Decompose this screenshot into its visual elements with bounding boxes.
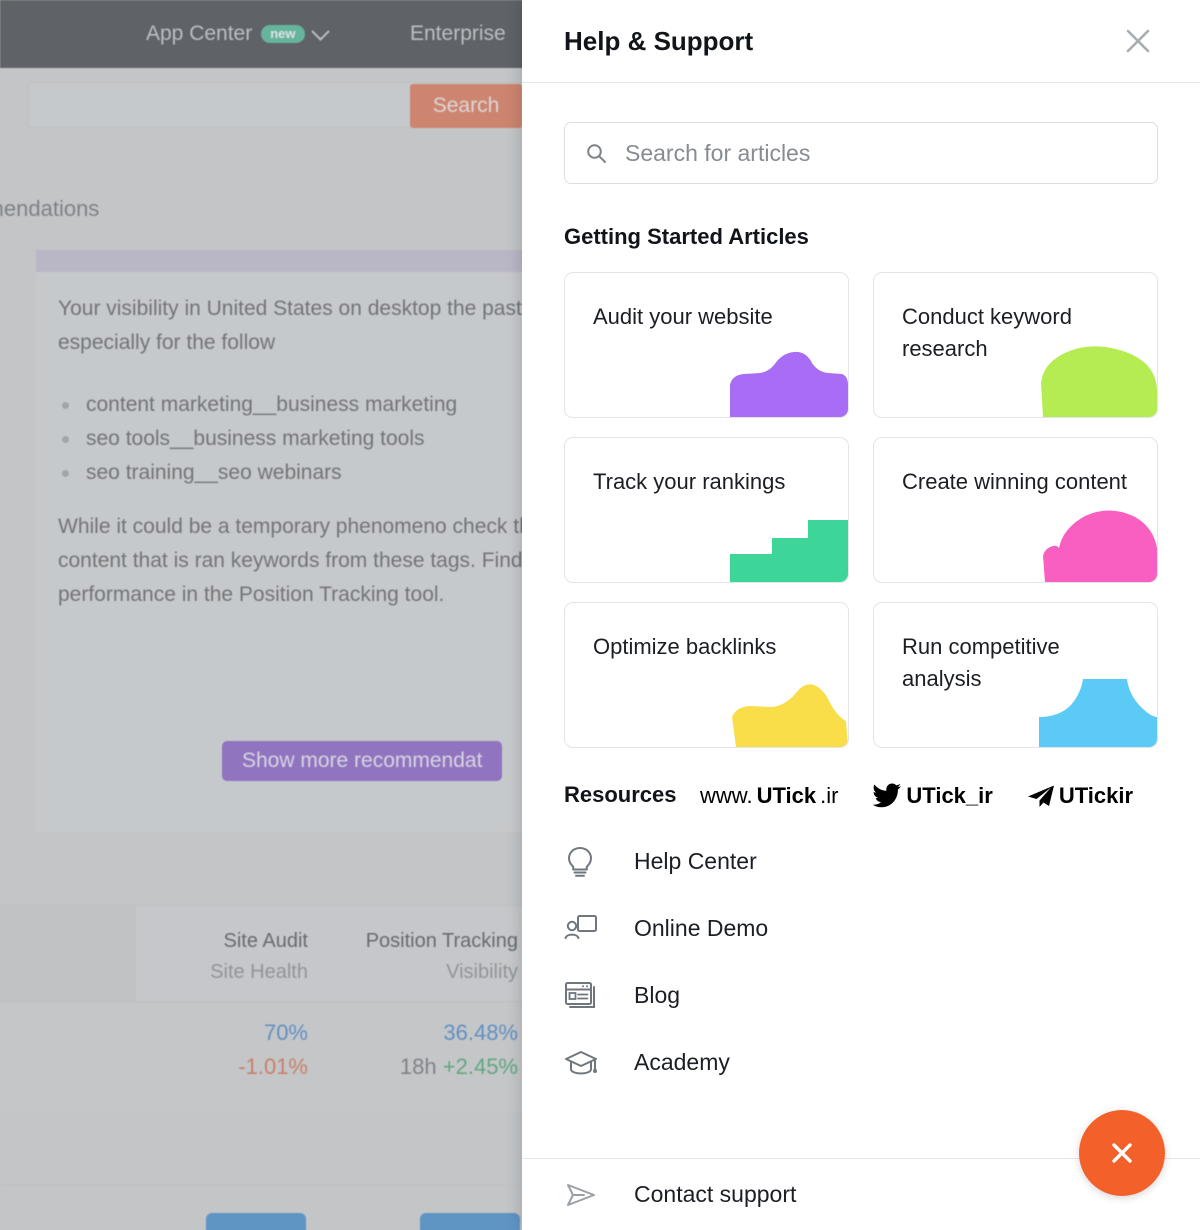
search-icon [587, 144, 606, 163]
resources-heading: Resources [564, 782, 677, 807]
recommendation-paragraph-1: Your visibility in United States on desk… [58, 297, 522, 354]
table-cell-visibility: 36.48% 18h +2.45% [318, 1020, 518, 1080]
blob-rock-icon [730, 673, 848, 747]
card-label: Run competitive analysis [902, 634, 1060, 691]
table-column-position-tracking: Position Tracking Visibility [318, 930, 518, 984]
article-card-audit-your-website[interactable]: Audit your website [564, 272, 849, 418]
new-badge: new [261, 25, 305, 43]
panel-body: Getting Started Articles Audit your webs… [522, 83, 1200, 1158]
metrics-table: Site Audit Site Health Position Tracking… [0, 905, 522, 1112]
help-support-panel: Help & Support Getting Started Articles … [522, 0, 1200, 1230]
recommendation-paragraph-2: While it could be a temporary phenomeno … [58, 515, 522, 606]
column-metric: Site Health [210, 961, 308, 983]
app-center-label: App Center [146, 22, 253, 45]
resource-label: Blog [634, 982, 681, 1008]
lightbulb-icon [564, 845, 616, 879]
bar-chart-icon [730, 508, 848, 582]
blog-icon [564, 980, 616, 1012]
divider [0, 1185, 522, 1186]
table-column-site-audit: Site Audit Site Health [96, 930, 308, 984]
paper-plane-icon [564, 1180, 616, 1210]
card-label: Create winning content [902, 469, 1128, 494]
blob-mountain-icon [730, 343, 848, 417]
card-label: Optimize backlinks [593, 634, 777, 659]
resource-label: Online Demo [634, 915, 769, 941]
column-metric: Visibility [446, 961, 518, 983]
resource-item-blog[interactable]: Blog [564, 962, 1158, 1029]
app-topbar: App Center new Enterprise [0, 0, 522, 68]
graduation-cap-icon [564, 1048, 616, 1078]
panel-title: Help & Support [564, 25, 754, 56]
close-help-fab-button[interactable] [1079, 1110, 1165, 1196]
metric-delta: +2.45% [442, 1054, 518, 1079]
article-card-run-competitive-analysis[interactable]: Run competitive analysis [873, 602, 1158, 748]
panel-header: Help & Support [522, 0, 1200, 83]
search-input[interactable] [623, 138, 1137, 168]
article-card-conduct-keyword-research[interactable]: Conduct keyword research [873, 272, 1158, 418]
resource-label: Help Center [634, 848, 757, 874]
recommendation-accent-bar [36, 250, 522, 272]
resource-label: Academy [634, 1049, 730, 1075]
presentation-icon [564, 913, 616, 945]
recommendations-heading: ommendations [0, 196, 100, 221]
metric-value: 70% [263, 1020, 308, 1045]
article-cards-grid: Audit your website Conduct keyword resea… [564, 272, 1158, 748]
table-header-row: Site Audit Site Health Position Tracking… [0, 905, 522, 1002]
show-more-recommendations-button[interactable]: Show more recommendat [222, 741, 503, 781]
recommendation-keyword-list: content marketing__business marketing se… [58, 388, 457, 490]
search-articles-box[interactable] [564, 122, 1158, 184]
resource-item-help-center[interactable]: Help Center [564, 828, 1158, 895]
card-label: Conduct keyword research [902, 304, 1072, 361]
chevron-down-icon[interactable] [310, 21, 330, 41]
topbar-item-app-center[interactable]: App Center new [146, 21, 330, 46]
table-cell-site-health: 70% -1.01% [96, 1020, 308, 1080]
footer-action-button-2[interactable] [420, 1213, 520, 1230]
contact-support-label: Contact support [634, 1181, 797, 1207]
metric-value: 36.48% [443, 1020, 518, 1045]
resources-list: Help Center Online Demo Blog Academy [564, 828, 1158, 1096]
metric-delta: -1.01% [238, 1054, 308, 1079]
dimmed-app-backdrop: App Center new Enterprise Search ommenda… [0, 0, 522, 1230]
contact-support-button[interactable]: Contact support [564, 1180, 796, 1210]
app-search-button[interactable]: Search [410, 84, 522, 128]
getting-started-articles-heading: Getting Started Articles [564, 224, 809, 249]
article-card-track-your-rankings[interactable]: Track your rankings [564, 437, 849, 583]
metric-time: 18h [399, 1054, 437, 1079]
list-item: seo tools__business marketing tools [58, 422, 457, 456]
table-value-row: 70% -1.01% 36.48% 18h +2.45% [0, 1002, 522, 1112]
article-card-optimize-backlinks[interactable]: Optimize backlinks [564, 602, 849, 748]
resource-item-academy[interactable]: Academy [564, 1029, 1158, 1096]
footer-action-button-1[interactable] [206, 1213, 306, 1230]
enterprise-label: Enterprise [410, 22, 506, 45]
close-icon[interactable] [1116, 19, 1160, 63]
article-card-create-winning-content[interactable]: Create winning content [873, 437, 1158, 583]
card-label: Track your rankings [593, 469, 786, 494]
blob-dome-icon [1039, 508, 1157, 582]
close-icon [1112, 1143, 1132, 1163]
column-name: Site Audit [223, 930, 308, 952]
column-name: Position Tracking [365, 930, 518, 952]
card-label: Audit your website [593, 304, 773, 329]
topbar-item-enterprise[interactable]: Enterprise [410, 22, 506, 46]
resource-item-online-demo[interactable]: Online Demo [564, 895, 1158, 962]
list-item: content marketing__business marketing [58, 388, 457, 422]
list-item: seo training__seo webinars [58, 456, 457, 490]
